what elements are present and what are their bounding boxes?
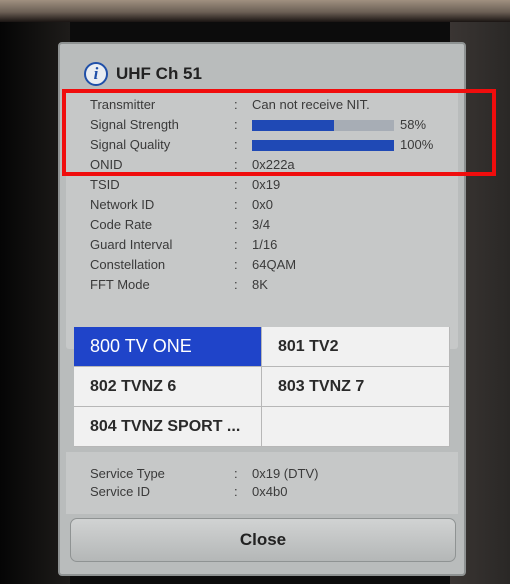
service-row-id: Service ID : 0x4b0 [66, 482, 458, 502]
info-value: 3/4 [252, 217, 271, 232]
channel-803-tvnz-7[interactable]: 803 TVNZ 7 [262, 367, 450, 407]
info-label: Network ID [90, 197, 155, 212]
separator: : [234, 197, 238, 212]
separator: : [234, 484, 238, 499]
info-label: FFT Mode [90, 277, 150, 292]
separator: : [234, 237, 238, 252]
service-row-type: Service Type : 0x19 (DTV) [66, 464, 458, 484]
info-row-guard-interval: Guard Interval : 1/16 [66, 235, 458, 255]
separator: : [234, 257, 238, 272]
service-label: Service Type [90, 466, 165, 481]
info-value: 64QAM [252, 257, 297, 272]
channel-800-tv-one[interactable]: 800 TV ONE [74, 327, 262, 367]
channel-grid: 800 TV ONE 801 TV2 802 TVNZ 6 803 TVNZ 7… [74, 327, 450, 447]
highlight-annotation-box [62, 89, 496, 176]
dialog-title: i UHF Ch 51 [84, 58, 202, 90]
info-label: Guard Interval [90, 237, 173, 252]
info-row-constellation: Constellation : 64QAM [66, 255, 458, 275]
info-icon: i [84, 62, 108, 86]
info-row-code-rate: Code Rate : 3/4 [66, 215, 458, 235]
info-label: Constellation [90, 257, 166, 272]
separator: : [234, 466, 238, 481]
info-value: 8K [252, 277, 268, 292]
service-label: Service ID [90, 484, 150, 499]
separator: : [234, 177, 238, 192]
info-value: 0x19 [252, 177, 281, 192]
service-value: 0x4b0 [252, 484, 288, 499]
separator: : [234, 277, 238, 292]
service-info-panel: Service Type : 0x19 (DTV) Service ID : 0… [66, 452, 458, 514]
info-label: TSID [90, 177, 120, 192]
close-button[interactable]: Close [70, 518, 456, 562]
info-value: 0x0 [252, 197, 273, 212]
channel-801-tv2[interactable]: 801 TV2 [262, 327, 450, 367]
info-value: 1/16 [252, 237, 278, 252]
info-row-tsid: TSID : 0x19 [66, 175, 458, 195]
channel-title: UHF Ch 51 [116, 64, 202, 83]
info-row-fft-mode: FFT Mode : 8K [66, 275, 458, 295]
separator: : [234, 217, 238, 232]
service-value: 0x19 (DTV) [252, 466, 319, 481]
channel-804-tvnz-sport[interactable]: 804 TVNZ SPORT ... [74, 407, 262, 447]
info-label: Code Rate [90, 217, 153, 232]
info-row-network-id: Network ID : 0x0 [66, 195, 458, 215]
tv-bezel [0, 0, 510, 22]
channel-802-tvnz-6[interactable]: 802 TVNZ 6 [74, 367, 262, 407]
channel-empty-slot [262, 407, 450, 447]
